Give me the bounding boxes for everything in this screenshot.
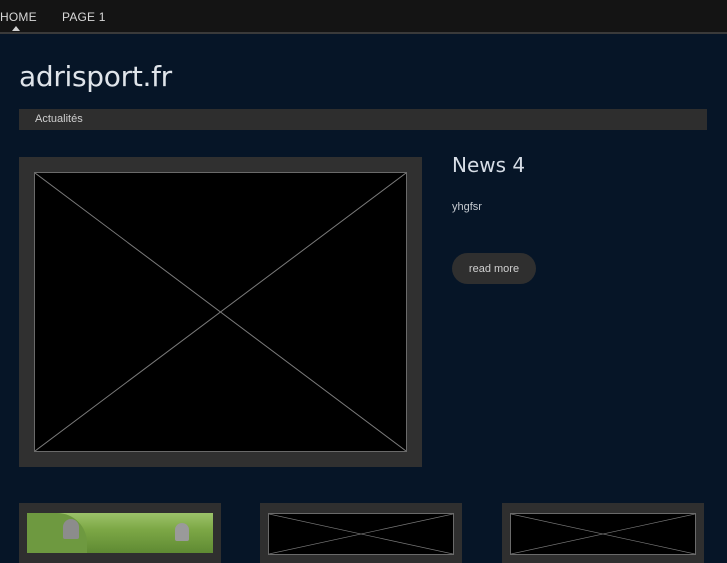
- thumbnail-2[interactable]: [260, 503, 462, 563]
- photo-dog: [175, 523, 189, 541]
- thumbnail-1[interactable]: [19, 503, 221, 563]
- nav-item-home[interactable]: HOME: [0, 10, 37, 24]
- placeholder-cross-icon: [269, 514, 453, 554]
- site-title[interactable]: adrisport.fr: [19, 60, 172, 93]
- placeholder-cross-icon: [35, 173, 406, 451]
- nav-item-page-1[interactable]: PAGE 1: [62, 10, 106, 24]
- image-placeholder-icon: [510, 513, 696, 555]
- placeholder-cross-icon: [511, 514, 695, 554]
- active-nav-indicator-icon: [12, 26, 20, 31]
- image-placeholder-icon: [34, 172, 407, 452]
- photo-dog: [63, 519, 79, 539]
- image-placeholder-icon: [268, 513, 454, 555]
- article-title[interactable]: News 4: [452, 153, 525, 177]
- featured-image-frame[interactable]: [19, 157, 422, 467]
- thumbnail-3[interactable]: [502, 503, 704, 563]
- thumbnail-photo: [27, 513, 213, 553]
- category-link-actualites[interactable]: Actualités: [35, 113, 83, 125]
- top-navigation: HOME PAGE 1: [0, 0, 727, 34]
- category-bar: Actualités: [19, 109, 707, 130]
- article-excerpt: yhgfsr: [452, 201, 482, 213]
- read-more-button[interactable]: read more: [452, 253, 536, 284]
